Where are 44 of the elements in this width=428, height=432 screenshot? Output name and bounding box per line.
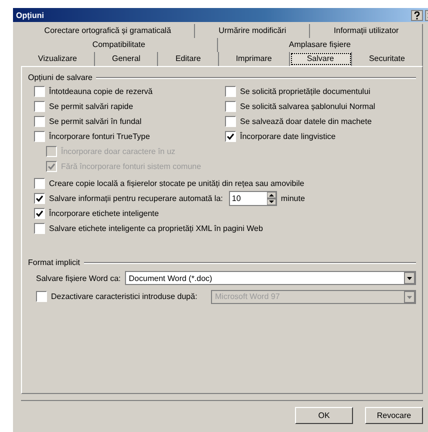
checkbox[interactable] <box>34 116 45 127</box>
checkbox[interactable] <box>34 86 45 97</box>
dialog-button[interactable]: Revocare <box>365 407 423 424</box>
checkbox-label: Salvare informații pentru recuperare automată la: <box>49 194 223 203</box>
checkbox-label: Se solicită salvarea șablonului Normal <box>240 102 376 111</box>
group-title: Opțiuni de salvare <box>28 73 92 82</box>
tab[interactable]: Urmărire modificări <box>195 24 310 38</box>
tab[interactable]: Informații utilizator <box>310 24 423 38</box>
dropdown[interactable]: Document Word (*.doc) <box>124 271 416 285</box>
checkbox[interactable] <box>225 116 236 127</box>
checkbox[interactable] <box>34 101 45 112</box>
tab[interactable]: Salvare <box>290 52 352 66</box>
checkbox-label: Se salvează doar datele din machete <box>240 117 372 126</box>
spin-field[interactable]: 10 <box>228 191 277 206</box>
checkbox-label: Încorporare doar caractere în uz <box>61 147 176 156</box>
checkbox-label: Încorporare etichete inteligente <box>49 209 159 218</box>
checkbox-label: Creare copie locală a fișierelor stocate pe unități din rețea sau amovibile <box>49 179 304 188</box>
checkbox-label: Întotdeauna copie de rezervă <box>49 87 153 96</box>
tab[interactable]: Corectare ortografică și gramaticală <box>21 24 196 38</box>
tab[interactable]: Compatibilitate <box>21 38 218 52</box>
tab[interactable]: Securitate <box>352 52 423 66</box>
checkbox[interactable] <box>225 86 236 97</box>
dialog-button[interactable]: OK <box>295 407 353 424</box>
checkbox-label: Dezactivare caracteristici introduse după: <box>51 292 198 301</box>
checkbox-label: Se permit salvări în fundal <box>49 117 142 126</box>
checkbox[interactable] <box>225 101 236 112</box>
group-title: Format implicit <box>28 258 80 267</box>
checkbox[interactable] <box>34 178 45 189</box>
tab[interactable]: General <box>94 52 158 66</box>
checkbox-label: Salvare etichete inteligente ca proprietăți XML în pagini Web <box>49 224 263 233</box>
checkbox[interactable] <box>34 131 45 142</box>
checkbox-label: Se permit salvări rapide <box>49 102 134 111</box>
checkbox[interactable] <box>34 223 45 234</box>
spin-arrows-icon[interactable] <box>266 192 276 205</box>
help-icon[interactable] <box>411 10 423 20</box>
field-label: Salvare fișiere Word ca: <box>36 274 121 282</box>
tab[interactable]: Editare <box>158 52 219 66</box>
tab[interactable]: Vizualizare <box>21 52 95 66</box>
window-title: Opțiuni <box>16 10 44 20</box>
checkbox-label: Se solicită proprietățile documentului <box>240 87 370 96</box>
checkbox-label: Încorporare fonturi TrueType <box>49 132 150 141</box>
unit-label: minute <box>280 194 305 203</box>
checkbox-label: Încorporare date lingvistice <box>240 132 336 141</box>
checkbox-label: Fără încorporare fonturi sistem comune <box>61 162 202 171</box>
